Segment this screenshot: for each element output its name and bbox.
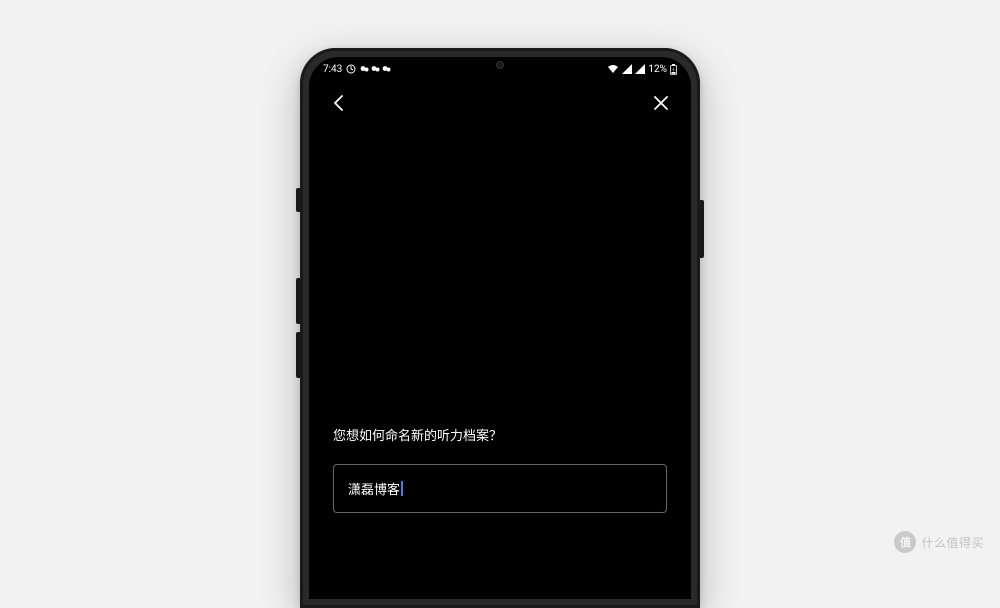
battery-icon bbox=[670, 64, 677, 75]
battery-percent: 12% bbox=[648, 64, 667, 75]
watermark: 值 什么值得买 bbox=[894, 531, 984, 553]
content-area: 您想如何命名新的听力档案？ 潇磊博客 bbox=[309, 425, 691, 513]
nav-bar bbox=[309, 81, 691, 125]
status-right: 12% bbox=[607, 64, 677, 75]
netease-icon bbox=[346, 64, 356, 74]
status-time: 7:43 bbox=[323, 64, 342, 75]
back-button[interactable] bbox=[327, 91, 351, 115]
input-value: 潇磊博客 bbox=[348, 479, 400, 498]
app-screen: 7:43 bbox=[309, 57, 691, 599]
wechat-notification-icons bbox=[360, 65, 392, 73]
signal-icon-2 bbox=[635, 64, 645, 74]
phone-screen-area: 7:43 bbox=[309, 57, 691, 599]
text-cursor bbox=[401, 481, 403, 496]
profile-name-input[interactable]: 潇磊博客 bbox=[333, 464, 667, 513]
signal-icon bbox=[622, 64, 632, 74]
phone-frame: 7:43 bbox=[300, 48, 700, 608]
phone-power-button bbox=[700, 200, 704, 258]
wifi-icon bbox=[607, 64, 619, 74]
watermark-text: 什么值得买 bbox=[921, 534, 984, 551]
phone-camera bbox=[496, 61, 504, 69]
phone-bezel: 7:43 bbox=[300, 48, 700, 608]
close-icon bbox=[653, 95, 669, 111]
chevron-left-icon bbox=[332, 93, 346, 113]
watermark-logo: 值 bbox=[894, 531, 916, 553]
prompt-label: 您想如何命名新的听力档案？ bbox=[333, 425, 667, 444]
status-left: 7:43 bbox=[323, 64, 392, 75]
close-button[interactable] bbox=[649, 91, 673, 115]
